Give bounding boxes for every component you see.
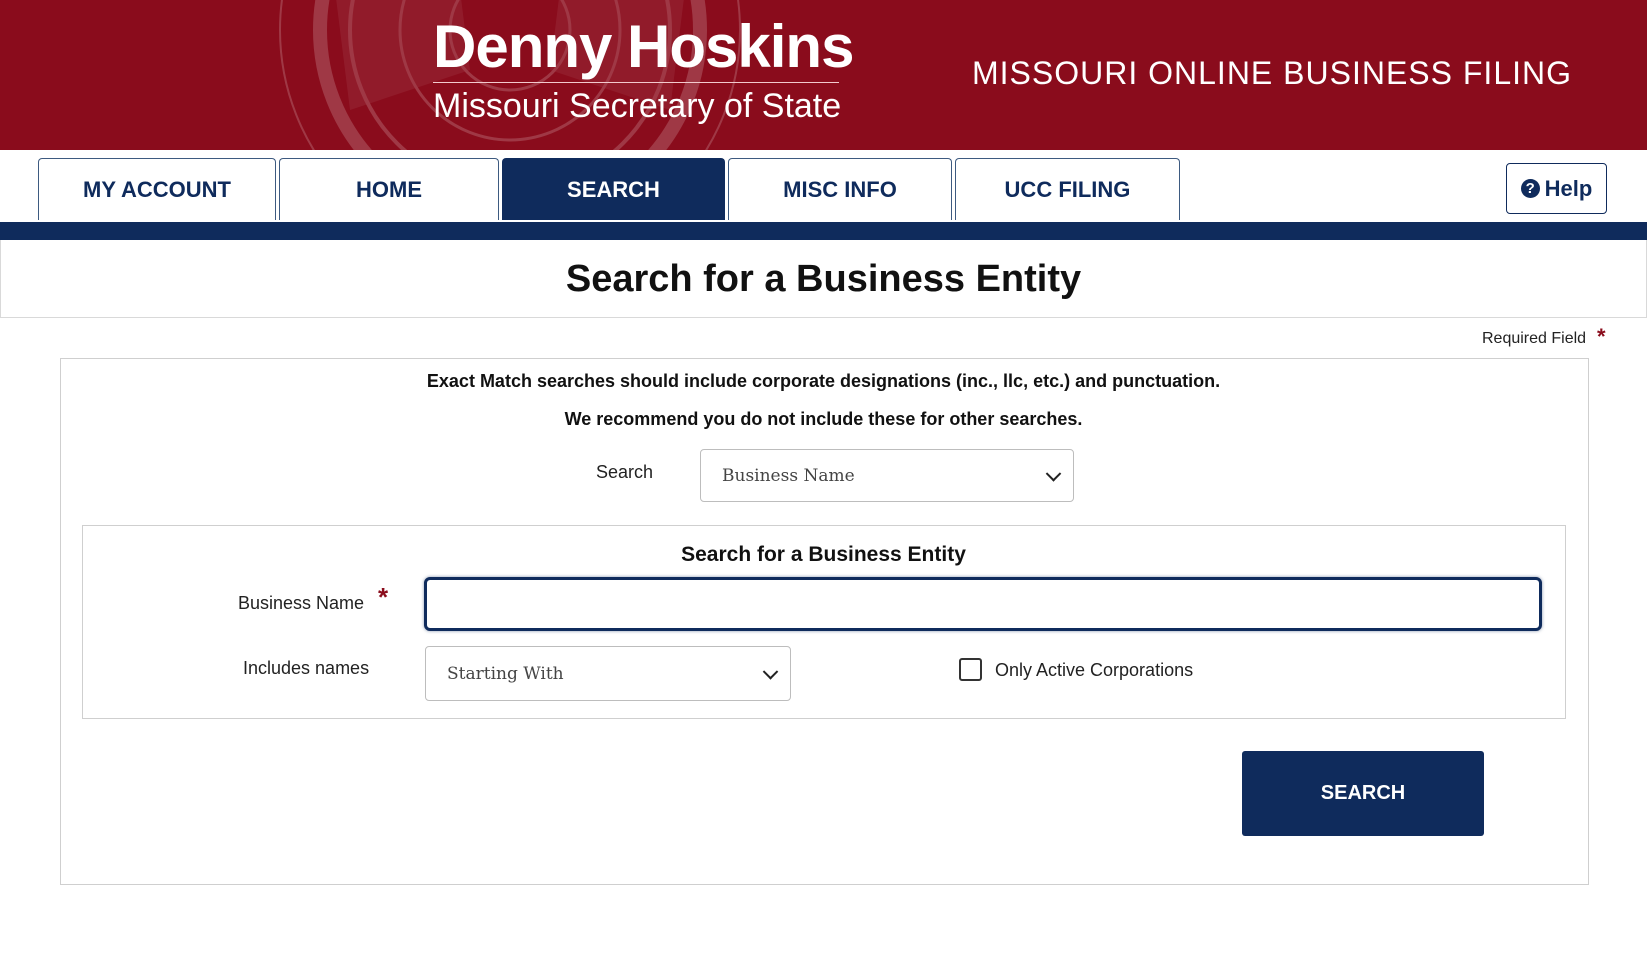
search-type-select[interactable]: Business Name bbox=[700, 449, 1074, 502]
tab-search[interactable]: SEARCH bbox=[502, 158, 725, 220]
active-corporations-label[interactable]: Only Active Corporations bbox=[995, 660, 1193, 681]
official-title: Missouri Secretary of State bbox=[433, 87, 842, 125]
tab-ucc-filing[interactable]: UCC FILING bbox=[955, 158, 1180, 220]
includes-names-label: Includes names bbox=[243, 658, 370, 678]
exact-match-note: Exact Match searches should include corp… bbox=[426, 371, 1221, 391]
includes-names-select[interactable]: Starting With bbox=[425, 646, 791, 701]
search-submit-button[interactable]: SEARCH bbox=[1242, 751, 1484, 836]
help-label: Help bbox=[1544, 175, 1593, 201]
tab-home[interactable]: HOME bbox=[279, 158, 499, 220]
tab-my-account[interactable]: MY ACCOUNT bbox=[38, 158, 276, 220]
brand-divider bbox=[433, 82, 839, 83]
header-banner: Denny Hoskins Missouri Secretary of Stat… bbox=[0, 0, 1647, 150]
main-nav: MY ACCOUNT HOME SEARCH MISC INFO UCC FIL… bbox=[0, 150, 1647, 224]
required-field-note: Required Field bbox=[1482, 330, 1587, 347]
active-corporations-checkbox[interactable] bbox=[959, 658, 982, 681]
search-type-value: Business Name bbox=[722, 465, 855, 486]
search-type-label: Search bbox=[596, 462, 654, 482]
nav-underline-bar bbox=[0, 222, 1647, 240]
question-circle-icon: ? bbox=[1520, 179, 1540, 198]
chevron-down-icon bbox=[1045, 465, 1062, 482]
recommend-note: We recommend you do not include these fo… bbox=[564, 409, 1083, 429]
help-button[interactable]: ? Help bbox=[1506, 163, 1607, 214]
page-title-section: Search for a Business Entity bbox=[0, 240, 1647, 318]
subpanel-title: Search for a Business Entity bbox=[681, 543, 966, 566]
official-name: Denny Hoskins bbox=[433, 13, 854, 80]
business-name-label: Business Name bbox=[238, 593, 365, 613]
tab-misc-info[interactable]: MISC INFO bbox=[728, 158, 952, 220]
required-star: * bbox=[378, 582, 389, 612]
page-title: Search for a Business Entity bbox=[565, 258, 1082, 300]
includes-names-value: Starting With bbox=[447, 663, 564, 684]
chevron-down-icon bbox=[762, 663, 779, 680]
business-name-input[interactable] bbox=[424, 577, 1542, 631]
required-legend-star: * bbox=[1597, 324, 1606, 349]
site-title: MISSOURI ONLINE BUSINESS FILING bbox=[972, 55, 1572, 91]
